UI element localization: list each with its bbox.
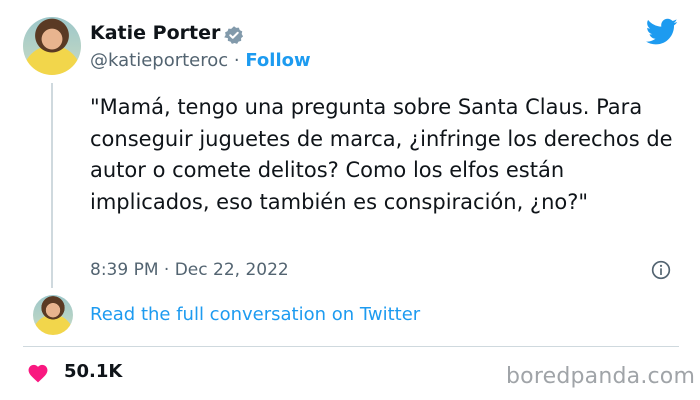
verified-badge-icon [224, 26, 244, 44]
reply-avatar[interactable] [33, 295, 73, 335]
divider [23, 346, 679, 347]
tweet-text: "Mamá, tengo una pregunta sobre Santa Cl… [90, 95, 673, 214]
info-icon[interactable] [651, 260, 671, 280]
separator-dot: · [233, 50, 240, 71]
read-conversation-link[interactable]: Read the full conversation on Twitter [90, 304, 420, 325]
author-name[interactable]: Katie Porter [90, 22, 220, 44]
follow-button[interactable]: Follow [245, 50, 310, 71]
watermark: boredpanda.com [506, 364, 696, 389]
like-count[interactable]: 50.1K [64, 361, 122, 382]
heart-icon[interactable] [27, 363, 49, 383]
thread-line [51, 83, 53, 288]
twitter-bird-icon[interactable] [646, 18, 678, 46]
author-handle[interactable]: @katieporteroc [90, 50, 228, 71]
tweet-timestamp[interactable]: 8:39 PM · Dec 22, 2022 [90, 260, 289, 280]
handle-row: @katieporteroc · Follow [90, 50, 311, 71]
author-avatar[interactable] [23, 17, 81, 75]
